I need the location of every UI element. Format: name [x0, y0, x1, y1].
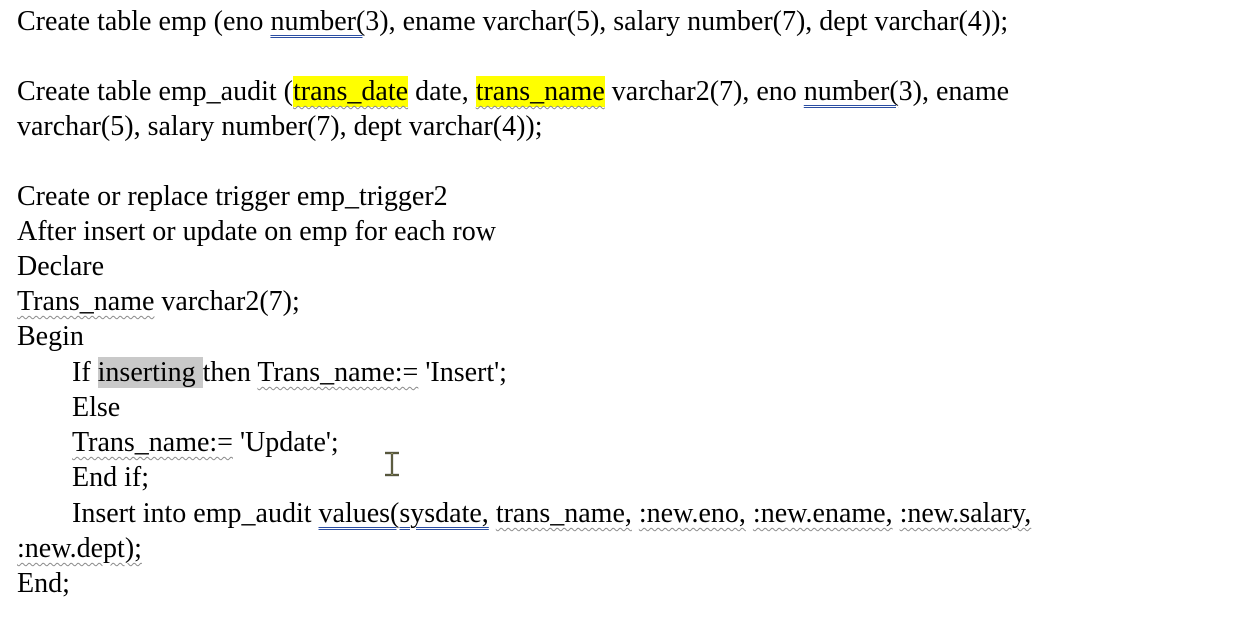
spell-flagged-word: :new.salary, — [899, 498, 1032, 529]
text-segment: 'Update'; — [232, 427, 339, 458]
create-trigger-line: Create or replace trigger emp_trigger2 — [17, 181, 448, 212]
after-insert-line: After insert or update on emp for each r… — [17, 216, 496, 247]
spell-flagged-word: Trans_name:= — [72, 427, 233, 458]
create-emp-audit-continuation: varchar(5), salary number(7), dept varch… — [17, 111, 543, 142]
text-ibeam-cursor-icon — [385, 451, 399, 477]
text-segment — [893, 498, 900, 529]
spell-flagged-word: Trans_name — [17, 286, 155, 317]
spell-flagged-word: :new.dept); — [17, 533, 142, 564]
insert-into-continuation: :new.dept); — [17, 532, 142, 566]
if-inserting-line: If inserting then Trans_name:= 'Insert'; — [72, 356, 507, 390]
spell-flagged-word: :new.eno, — [638, 498, 746, 529]
spell-flagged-word: trans_name, — [495, 498, 632, 529]
text-segment: 'Insert'; — [418, 357, 507, 388]
grammar-flagged-word: number( — [803, 76, 899, 107]
text-segment: 3), ename varchar(5), salary number(7), … — [365, 6, 1009, 37]
document-body[interactable]: Create table emp (eno number(3), ename v… — [0, 0, 1243, 623]
create-emp-audit-line: Create table emp_audit (trans_date date,… — [17, 75, 1009, 109]
text-segment — [632, 498, 639, 529]
text-segment — [746, 498, 753, 529]
end-if-line: End if; — [72, 462, 149, 493]
grammar-flagged-word: values(sysdate, — [318, 498, 489, 529]
declare-line: Declare — [17, 251, 105, 282]
highlighted-word: trans_date — [293, 76, 409, 107]
text-segment: Create table emp_audit ( — [17, 76, 293, 107]
selected-word: inserting — [97, 357, 203, 388]
spell-flagged-word: :new.ename, — [752, 498, 893, 529]
begin-line: Begin — [17, 321, 84, 352]
text-segment: date, — [408, 76, 476, 107]
spell-flagged-word: Trans_name:= — [257, 357, 419, 388]
text-segment: varchar2(7); — [154, 286, 300, 317]
highlighted-word: trans_name — [475, 76, 605, 107]
text-segment — [489, 498, 496, 529]
text-segment: Insert into emp_audit — [72, 498, 319, 529]
text-segment: If — [72, 357, 98, 388]
text-segment: Create table emp (eno — [17, 6, 271, 37]
insert-into-line: Insert into emp_audit values(sysdate, tr… — [72, 497, 1031, 531]
grammar-flagged-word: number( — [270, 6, 366, 37]
end-line: End; — [17, 568, 70, 599]
text-segment: varchar2(7), eno — [604, 76, 804, 107]
else-line: Else — [72, 392, 121, 423]
update-assignment-line: Trans_name:= 'Update'; — [72, 426, 339, 460]
variable-declaration-line: Trans_name varchar2(7); — [17, 285, 300, 319]
text-segment: then — [202, 357, 258, 388]
text-segment: 3), ename — [898, 76, 1010, 107]
create-emp-line: Create table emp (eno number(3), ename v… — [17, 5, 1008, 39]
